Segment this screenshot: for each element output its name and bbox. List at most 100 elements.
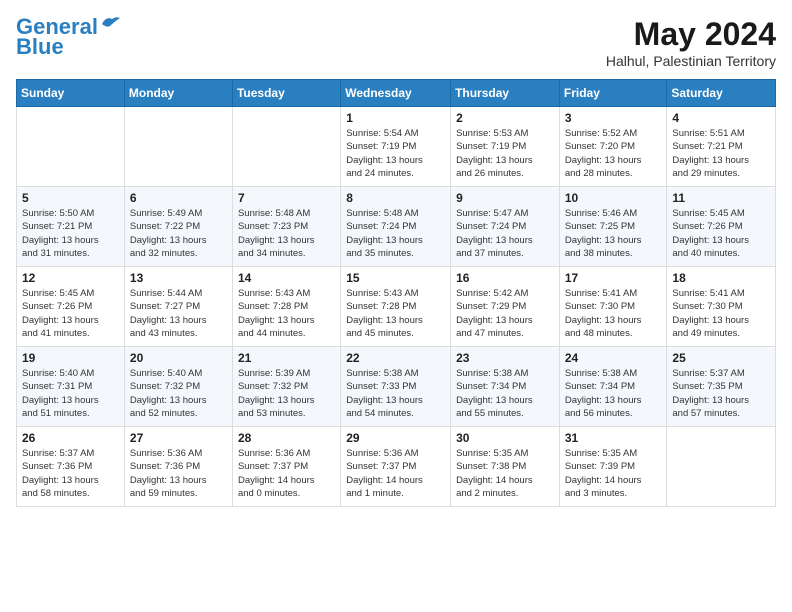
day-number: 23 (456, 351, 554, 365)
day-cell: 14 Sunrise: 5:43 AM Sunset: 7:28 PM Dayli… (232, 267, 340, 347)
day-number: 7 (238, 191, 335, 205)
col-header-monday: Monday (124, 80, 232, 107)
day-number: 27 (130, 431, 227, 445)
day-number: 18 (672, 271, 770, 285)
day-number: 16 (456, 271, 554, 285)
day-number: 3 (565, 111, 662, 125)
day-number: 12 (22, 271, 119, 285)
day-info: Sunrise: 5:48 AM Sunset: 7:24 PM Dayligh… (346, 207, 445, 260)
day-info: Sunrise: 5:51 AM Sunset: 7:21 PM Dayligh… (672, 127, 770, 180)
day-info: Sunrise: 5:38 AM Sunset: 7:34 PM Dayligh… (456, 367, 554, 420)
day-info: Sunrise: 5:47 AM Sunset: 7:24 PM Dayligh… (456, 207, 554, 260)
day-number: 17 (565, 271, 662, 285)
day-number: 9 (456, 191, 554, 205)
day-cell: 11 Sunrise: 5:45 AM Sunset: 7:26 PM Dayli… (667, 187, 776, 267)
calendar-table: SundayMondayTuesdayWednesdayThursdayFrid… (16, 79, 776, 507)
day-info: Sunrise: 5:50 AM Sunset: 7:21 PM Dayligh… (22, 207, 119, 260)
day-number: 26 (22, 431, 119, 445)
day-cell: 5Sunrise: 5:50 AM Sunset: 7:21 PM Daylig… (17, 187, 125, 267)
day-cell (667, 427, 776, 507)
col-header-saturday: Saturday (667, 80, 776, 107)
day-number: 24 (565, 351, 662, 365)
day-cell: 22 Sunrise: 5:38 AM Sunset: 7:33 PM Dayli… (341, 347, 451, 427)
day-cell: 18Sunrise: 5:41 AM Sunset: 7:30 PM Dayli… (667, 267, 776, 347)
day-info: Sunrise: 5:45 AM Sunset: 7:26 PM Dayligh… (22, 287, 119, 340)
day-number: 31 (565, 431, 662, 445)
day-cell: 23 Sunrise: 5:38 AM Sunset: 7:34 PM Dayli… (451, 347, 560, 427)
day-info: Sunrise: 5:40 AM Sunset: 7:32 PM Dayligh… (130, 367, 227, 420)
day-number: 29 (346, 431, 445, 445)
day-number: 2 (456, 111, 554, 125)
day-info: Sunrise: 5:39 AM Sunset: 7:32 PM Dayligh… (238, 367, 335, 420)
page-header: General Blue May 2024 Halhul, Palestinia… (16, 16, 776, 69)
day-info: Sunrise: 5:35 AM Sunset: 7:39 PM Dayligh… (565, 447, 662, 500)
week-row-5: 26 Sunrise: 5:37 AM Sunset: 7:36 PM Dayli… (17, 427, 776, 507)
day-cell: 8 Sunrise: 5:48 AM Sunset: 7:24 PM Daylig… (341, 187, 451, 267)
logo: General Blue (16, 16, 122, 60)
day-cell: 26 Sunrise: 5:37 AM Sunset: 7:36 PM Dayli… (17, 427, 125, 507)
day-number: 11 (672, 191, 770, 205)
day-cell: 29 Sunrise: 5:36 AM Sunset: 7:37 PM Dayli… (341, 427, 451, 507)
week-row-4: 19Sunrise: 5:40 AM Sunset: 7:31 PM Dayli… (17, 347, 776, 427)
day-number: 22 (346, 351, 445, 365)
day-cell: 3 Sunrise: 5:52 AM Sunset: 7:20 PM Daylig… (559, 107, 667, 187)
day-cell: 12 Sunrise: 5:45 AM Sunset: 7:26 PM Dayli… (17, 267, 125, 347)
day-number: 30 (456, 431, 554, 445)
col-header-wednesday: Wednesday (341, 80, 451, 107)
day-cell: 9 Sunrise: 5:47 AM Sunset: 7:24 PM Daylig… (451, 187, 560, 267)
day-info: Sunrise: 5:43 AM Sunset: 7:28 PM Dayligh… (346, 287, 445, 340)
day-info: Sunrise: 5:45 AM Sunset: 7:26 PM Dayligh… (672, 207, 770, 260)
location-subtitle: Halhul, Palestinian Territory (606, 53, 776, 69)
day-cell: 30 Sunrise: 5:35 AM Sunset: 7:38 PM Dayli… (451, 427, 560, 507)
day-cell: 16Sunrise: 5:42 AM Sunset: 7:29 PM Dayli… (451, 267, 560, 347)
day-info: Sunrise: 5:53 AM Sunset: 7:19 PM Dayligh… (456, 127, 554, 180)
day-cell: 20 Sunrise: 5:40 AM Sunset: 7:32 PM Dayli… (124, 347, 232, 427)
bird-icon (100, 14, 122, 32)
day-info: Sunrise: 5:36 AM Sunset: 7:37 PM Dayligh… (238, 447, 335, 500)
day-info: Sunrise: 5:52 AM Sunset: 7:20 PM Dayligh… (565, 127, 662, 180)
day-info: Sunrise: 5:40 AM Sunset: 7:31 PM Dayligh… (22, 367, 119, 420)
day-number: 15 (346, 271, 445, 285)
day-cell (17, 107, 125, 187)
day-number: 4 (672, 111, 770, 125)
day-cell: 4 Sunrise: 5:51 AM Sunset: 7:21 PM Daylig… (667, 107, 776, 187)
col-header-friday: Friday (559, 80, 667, 107)
day-info: Sunrise: 5:46 AM Sunset: 7:25 PM Dayligh… (565, 207, 662, 260)
day-info: Sunrise: 5:36 AM Sunset: 7:36 PM Dayligh… (130, 447, 227, 500)
week-row-2: 5Sunrise: 5:50 AM Sunset: 7:21 PM Daylig… (17, 187, 776, 267)
day-cell: 10 Sunrise: 5:46 AM Sunset: 7:25 PM Dayli… (559, 187, 667, 267)
day-number: 21 (238, 351, 335, 365)
day-number: 28 (238, 431, 335, 445)
title-section: May 2024 Halhul, Palestinian Territory (606, 16, 776, 69)
day-number: 20 (130, 351, 227, 365)
day-cell: 27 Sunrise: 5:36 AM Sunset: 7:36 PM Dayli… (124, 427, 232, 507)
day-cell: 28 Sunrise: 5:36 AM Sunset: 7:37 PM Dayli… (232, 427, 340, 507)
day-info: Sunrise: 5:37 AM Sunset: 7:36 PM Dayligh… (22, 447, 119, 500)
day-cell: 24 Sunrise: 5:38 AM Sunset: 7:34 PM Dayli… (559, 347, 667, 427)
day-info: Sunrise: 5:35 AM Sunset: 7:38 PM Dayligh… (456, 447, 554, 500)
day-number: 14 (238, 271, 335, 285)
week-row-3: 12 Sunrise: 5:45 AM Sunset: 7:26 PM Dayli… (17, 267, 776, 347)
day-cell (232, 107, 340, 187)
day-info: Sunrise: 5:43 AM Sunset: 7:28 PM Dayligh… (238, 287, 335, 340)
day-info: Sunrise: 5:38 AM Sunset: 7:34 PM Dayligh… (565, 367, 662, 420)
col-header-tuesday: Tuesday (232, 80, 340, 107)
day-cell: 21 Sunrise: 5:39 AM Sunset: 7:32 PM Dayli… (232, 347, 340, 427)
day-cell: 6Sunrise: 5:49 AM Sunset: 7:22 PM Daylig… (124, 187, 232, 267)
day-number: 10 (565, 191, 662, 205)
day-info: Sunrise: 5:36 AM Sunset: 7:37 PM Dayligh… (346, 447, 445, 500)
day-info: Sunrise: 5:38 AM Sunset: 7:33 PM Dayligh… (346, 367, 445, 420)
day-cell: 1Sunrise: 5:54 AM Sunset: 7:19 PM Daylig… (341, 107, 451, 187)
day-info: Sunrise: 5:54 AM Sunset: 7:19 PM Dayligh… (346, 127, 445, 180)
col-header-thursday: Thursday (451, 80, 560, 107)
day-info: Sunrise: 5:44 AM Sunset: 7:27 PM Dayligh… (130, 287, 227, 340)
day-cell: 19Sunrise: 5:40 AM Sunset: 7:31 PM Dayli… (17, 347, 125, 427)
day-cell (124, 107, 232, 187)
day-number: 8 (346, 191, 445, 205)
day-cell: 13Sunrise: 5:44 AM Sunset: 7:27 PM Dayli… (124, 267, 232, 347)
day-cell: 15 Sunrise: 5:43 AM Sunset: 7:28 PM Dayli… (341, 267, 451, 347)
logo-blue: Blue (16, 34, 64, 60)
day-cell: 31 Sunrise: 5:35 AM Sunset: 7:39 PM Dayli… (559, 427, 667, 507)
day-cell: 17Sunrise: 5:41 AM Sunset: 7:30 PM Dayli… (559, 267, 667, 347)
month-title: May 2024 (606, 16, 776, 53)
